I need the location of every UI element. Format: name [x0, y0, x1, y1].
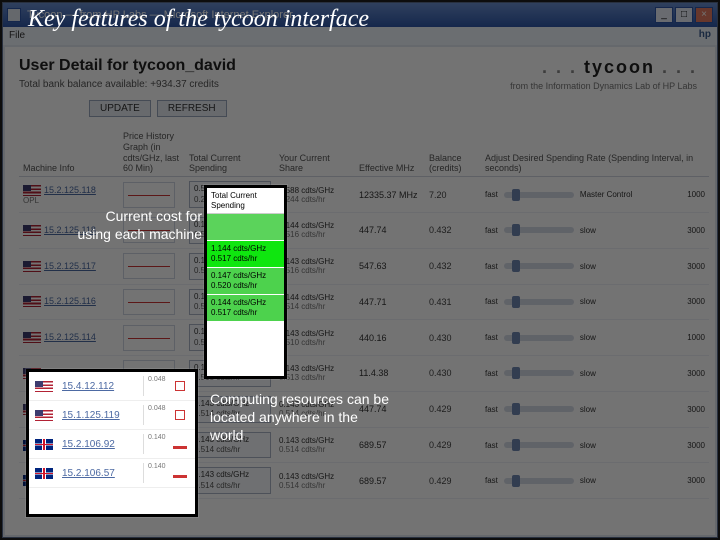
balance-value: 0.432 — [425, 212, 481, 248]
price-history-chart — [123, 253, 175, 279]
price-history-chart — [123, 182, 175, 208]
maximize-button[interactable]: □ — [675, 7, 693, 23]
balance-value: 0.430 — [425, 356, 481, 392]
slider[interactable] — [504, 478, 574, 484]
adjust-control[interactable]: fastslow3000 — [485, 226, 705, 235]
mhz-value: 447.71 — [355, 284, 425, 320]
host-link[interactable]: 15.2.125.117 — [44, 261, 96, 271]
brand-subtitle: from the Information Dynamics Lab of HP … — [510, 81, 697, 91]
highlight-flags: 15.4.12.112 0.048 15.1.125.119 0.048 15.2.10… — [26, 369, 198, 517]
host-link[interactable]: 15.1.125.119 — [62, 410, 137, 421]
slider[interactable] — [504, 263, 574, 269]
host-link[interactable]: 15.2.125.114 — [44, 332, 96, 342]
mhz-value: 11.4.38 — [355, 356, 425, 392]
table-row: 15.2.125.1170.143 cdts/GHz0.516 cdts/hr0… — [19, 248, 709, 284]
update-button[interactable]: UPDATE — [89, 100, 151, 117]
mini-chart: 0.048 — [143, 405, 189, 425]
price-highlight-row: 0.147 cdts/GHz0.520 cdts/hr — [207, 268, 284, 295]
table-row: 15.2.125.1140.143 cdts/GHz0.510 cdts/hr0… — [19, 320, 709, 356]
adjust-control[interactable]: fastMaster Control1000 — [485, 190, 705, 199]
th-share: Your Current Share — [275, 129, 355, 177]
adjust-control[interactable]: fastslow3000 — [485, 297, 705, 306]
slider[interactable] — [504, 299, 574, 305]
callout-geo: Computing resources can be located anywh… — [210, 390, 390, 445]
brand-dots-2: . . . — [662, 57, 697, 77]
th-machine: Machine Info — [19, 129, 119, 177]
adjust-control[interactable]: fastslow3000 — [485, 405, 705, 414]
price-history-chart — [123, 325, 175, 351]
flag-icon — [35, 468, 53, 479]
callout-price: Current cost for using each machine — [72, 207, 202, 243]
highlight-price-column: Total Current Spending 1.144 cdts/GHz0.5… — [204, 185, 287, 379]
balance-value: 0.430 — [425, 320, 481, 356]
balance-value: 7.20 — [425, 177, 481, 213]
hp-logo: hp — [699, 29, 711, 40]
flag-highlight-row: 15.4.12.112 0.048 — [29, 372, 195, 401]
brand-dots: . . . — [542, 57, 577, 77]
th-graph: Price History Graph (in cdts/GHz, last 6… — [119, 129, 185, 177]
mhz-value: 689.57 — [355, 463, 425, 499]
slider[interactable] — [504, 192, 574, 198]
balance-value: 0.431 — [425, 284, 481, 320]
host-link[interactable]: 15.4.12.112 — [62, 381, 137, 392]
spending-box: 0.143 cdts/GHz0.514 cdts/hr — [189, 467, 271, 494]
flag-icon — [23, 332, 41, 343]
adjust-control[interactable]: fastslow3000 — [485, 476, 705, 485]
table-row: 15.2.125.1160.144 cdts/GHz0.514 cdts/hr0… — [19, 284, 709, 320]
brand: . . . tycoon . . . — [542, 57, 697, 78]
flag-icon — [35, 381, 53, 392]
highlight-price-header: Total Current Spending — [207, 188, 284, 214]
mini-chart: 0.140 — [143, 463, 189, 483]
flag-icon — [23, 185, 41, 196]
price-highlight-row: 0.144 cdts/GHz0.517 cdts/hr — [207, 295, 284, 322]
slider[interactable] — [504, 406, 574, 412]
th-balance: Balance (credits) — [425, 129, 481, 177]
flag-icon — [23, 225, 41, 236]
balance-value: 0.432 — [425, 248, 481, 284]
slider[interactable] — [504, 335, 574, 341]
host-link[interactable]: 15.2.106.92 — [62, 439, 137, 450]
close-button[interactable]: × — [695, 7, 713, 23]
slider[interactable] — [504, 227, 574, 233]
adjust-control[interactable]: fastslow1000 — [485, 333, 705, 342]
flag-icon — [23, 296, 41, 307]
price-history-chart — [123, 289, 175, 315]
th-adjust: Adjust Desired Spending Rate (Spending I… — [481, 129, 709, 177]
adjust-control[interactable]: fastslow3000 — [485, 441, 705, 450]
mhz-value: 440.16 — [355, 320, 425, 356]
refresh-button[interactable]: REFRESH — [157, 100, 227, 117]
mini-chart: 0.140 — [143, 434, 189, 454]
slider[interactable] — [504, 370, 574, 376]
flag-highlight-row: 15.2.106.57 0.140 — [29, 459, 195, 488]
mhz-value: 447.74 — [355, 212, 425, 248]
flag-icon — [23, 261, 41, 272]
flag-highlight-row: 15.1.125.119 0.048 — [29, 401, 195, 430]
balance-value: 0.429 — [425, 463, 481, 499]
slider[interactable] — [504, 442, 574, 448]
adjust-control[interactable]: fastslow3000 — [485, 262, 705, 271]
flag-highlight-row: 15.2.106.92 0.140 — [29, 430, 195, 459]
mhz-value: 12335.37 MHz — [355, 177, 425, 213]
host-link[interactable]: 15.2.125.116 — [44, 296, 96, 306]
adjust-control[interactable]: fastslow3000 — [485, 369, 705, 378]
host-link[interactable]: 15.2.125.118 — [44, 185, 96, 195]
mhz-value: 547.63 — [355, 248, 425, 284]
price-highlight-row: 1.144 cdts/GHz0.517 cdts/hr — [207, 241, 284, 268]
brand-word: tycoon — [577, 57, 662, 77]
th-mhz: Effective MHz — [355, 129, 425, 177]
mini-chart: 0.048 — [143, 376, 189, 396]
minimize-button[interactable]: _ — [655, 7, 673, 23]
ie-icon — [7, 8, 21, 22]
price-highlight-row — [207, 214, 284, 241]
balance-value: 0.429 — [425, 427, 481, 463]
flag-icon — [35, 410, 53, 421]
balance-value: 0.429 — [425, 391, 481, 427]
slide-title: Key features of the tycoon interface — [28, 6, 369, 33]
th-spend: Total Current Spending — [185, 129, 275, 177]
flag-icon — [35, 439, 53, 450]
host-link[interactable]: 15.2.106.57 — [62, 468, 137, 479]
